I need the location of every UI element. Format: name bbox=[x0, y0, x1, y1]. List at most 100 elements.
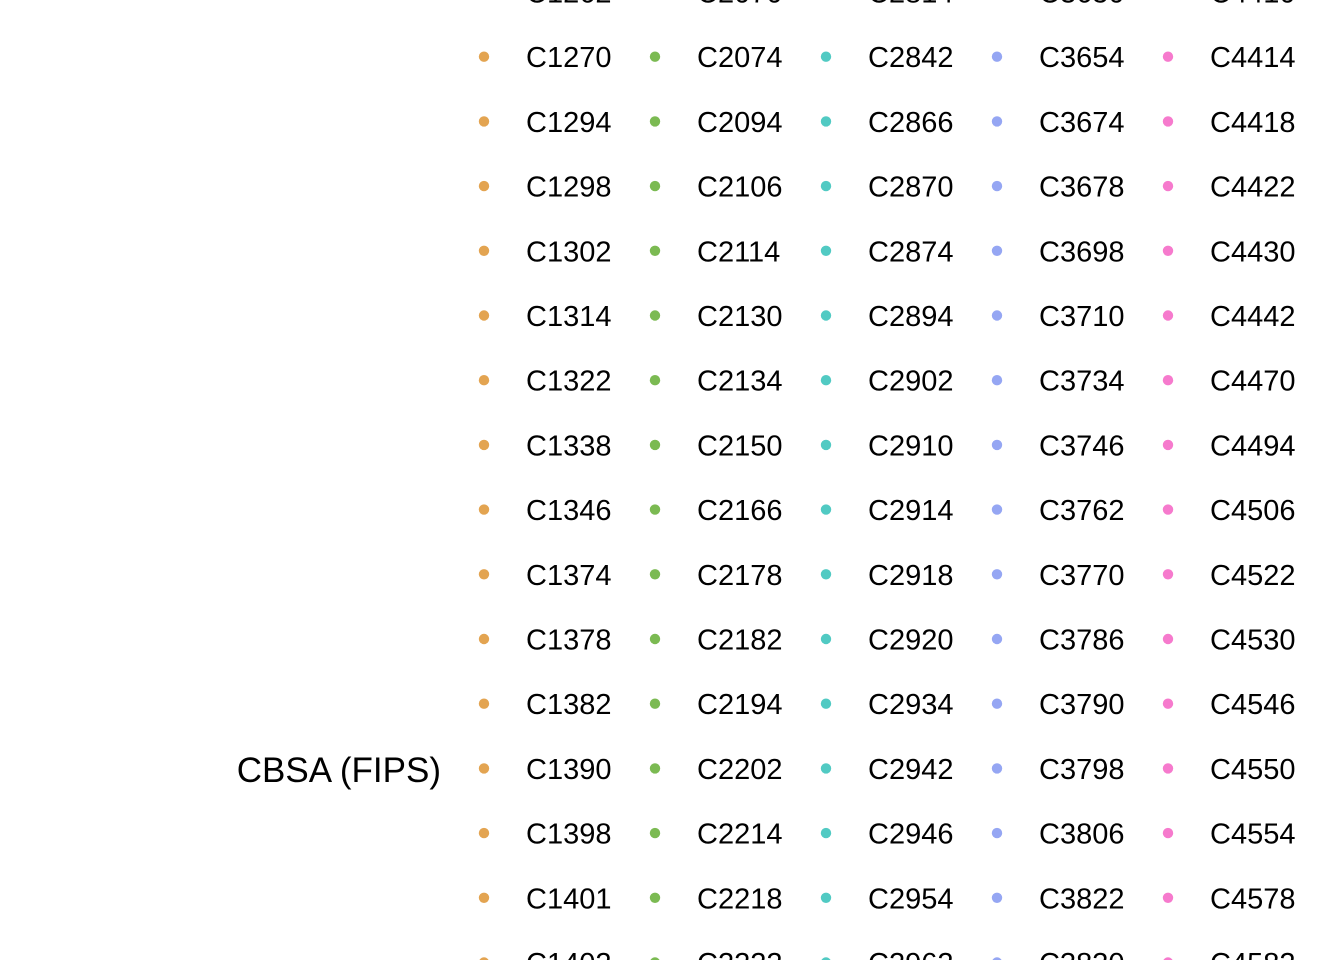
legend-key-label: C2114 bbox=[697, 236, 780, 268]
legend-key-dot bbox=[1162, 569, 1174, 580]
legend-key-label: C1298 bbox=[526, 172, 611, 204]
legend-key-label: C1338 bbox=[526, 430, 611, 462]
legend-key-dot bbox=[820, 51, 832, 62]
legend-key-label: C1314 bbox=[526, 301, 611, 333]
legend-key-dot bbox=[649, 763, 661, 774]
legend-key-label: C3746 bbox=[1039, 430, 1124, 462]
legend-key-dot bbox=[1162, 504, 1174, 515]
legend-key-label: C4506 bbox=[1210, 495, 1295, 527]
legend-key-label: C2134 bbox=[697, 366, 782, 398]
legend-key-label: C2178 bbox=[697, 560, 782, 592]
legend-key-dot bbox=[991, 763, 1003, 774]
legend-key-label: C2094 bbox=[697, 107, 782, 139]
legend-key-label: C3698 bbox=[1039, 236, 1124, 268]
legend-key-dot bbox=[1162, 180, 1174, 192]
legend-key-dot bbox=[649, 116, 661, 127]
legend-key-dot bbox=[820, 504, 832, 515]
legend-key-label: C2842 bbox=[868, 42, 953, 74]
legend-key-label: C4430 bbox=[1210, 236, 1295, 268]
legend-key-dot bbox=[820, 375, 832, 386]
legend-key-dot bbox=[991, 310, 1003, 321]
legend-key-label: C2866 bbox=[868, 107, 953, 139]
legend-key-label: C4530 bbox=[1210, 625, 1295, 657]
legend: CBSA (FIPS) C1262 C1270 C1294 C1298 C1302 C13… bbox=[237, 0, 1295, 960]
legend-key-dot bbox=[991, 245, 1003, 256]
legend-key-dot bbox=[478, 633, 490, 645]
legend-key-label: C1390 bbox=[526, 754, 611, 786]
legend-key-label: C4522 bbox=[1210, 560, 1295, 592]
legend-key-label: C4410 bbox=[1210, 0, 1295, 10]
legend-key-label: C2218 bbox=[697, 883, 782, 915]
legend-key-dot bbox=[649, 892, 661, 903]
legend-key-dot bbox=[1162, 633, 1174, 645]
legend-key-label: C1294 bbox=[526, 107, 611, 139]
legend-key-label: C2150 bbox=[697, 430, 782, 462]
legend-key-label: C2070 bbox=[697, 0, 782, 10]
legend-key-dot bbox=[478, 504, 490, 515]
legend-key-dot bbox=[1162, 698, 1174, 709]
legend-key-dot bbox=[820, 180, 832, 192]
legend-key-dot bbox=[649, 51, 661, 62]
legend-key-dot bbox=[991, 51, 1003, 62]
legend-key-label: C1346 bbox=[526, 495, 611, 527]
legend-key-dot bbox=[991, 439, 1003, 451]
legend-key-dot bbox=[820, 827, 832, 839]
legend-key-dot bbox=[991, 504, 1003, 515]
legend-key-label: C3806 bbox=[1039, 819, 1124, 851]
legend-key-dot bbox=[991, 375, 1003, 386]
legend-key-label: C2942 bbox=[868, 754, 953, 786]
legend-key-dot bbox=[478, 51, 490, 62]
legend-key-dot bbox=[991, 827, 1003, 839]
legend-key-dot bbox=[991, 698, 1003, 709]
legend-key-label: C4546 bbox=[1210, 689, 1295, 721]
legend-key-dot bbox=[649, 310, 661, 321]
legend-key-label: C2894 bbox=[868, 301, 953, 333]
legend-key-dot bbox=[478, 116, 490, 127]
legend-key-dot bbox=[1162, 310, 1174, 321]
legend-keys: C1262 C1270 C1294 C1298 C1302 C1314 C1322 C1338… bbox=[478, 0, 1295, 960]
legend-key-label: C4582 bbox=[1210, 948, 1295, 960]
legend-key-label: C2918 bbox=[868, 560, 953, 592]
legend-key-dot bbox=[820, 310, 832, 321]
legend-key-label: C2202 bbox=[697, 754, 782, 786]
legend-key-label: C4470 bbox=[1210, 366, 1295, 398]
legend-title: CBSA (FIPS) bbox=[237, 751, 441, 790]
legend-key-dot bbox=[1162, 892, 1174, 903]
legend-key-label: C3770 bbox=[1039, 560, 1124, 592]
legend-key-dot bbox=[1162, 116, 1174, 127]
legend-key-label: C2874 bbox=[868, 236, 953, 268]
legend-key-label: C2182 bbox=[697, 625, 782, 657]
legend-key-dot bbox=[991, 569, 1003, 580]
legend-key-label: C2166 bbox=[697, 495, 782, 527]
legend-key-label: C3710 bbox=[1039, 301, 1124, 333]
legend-key-dot bbox=[478, 375, 490, 386]
legend-key-dot bbox=[649, 180, 661, 192]
legend-key-label: C4442 bbox=[1210, 301, 1295, 333]
legend-key-dot bbox=[649, 375, 661, 386]
legend-key-label: C3790 bbox=[1039, 689, 1124, 721]
legend-key-dot bbox=[649, 569, 661, 580]
legend-key-dot bbox=[820, 116, 832, 127]
legend-key-label: C4418 bbox=[1210, 107, 1295, 139]
legend-key-label: C2222 bbox=[697, 948, 782, 960]
legend-key-dot bbox=[1162, 439, 1174, 451]
legend-key-label: C3798 bbox=[1039, 754, 1124, 786]
legend-key-label: C1262 bbox=[526, 0, 611, 10]
legend-key-label: C1374 bbox=[526, 560, 611, 592]
legend-key-label: C1401 bbox=[526, 883, 611, 915]
legend-key-label: C3678 bbox=[1039, 172, 1124, 204]
legend-key-label: C1270 bbox=[526, 42, 611, 74]
legend-key-dot bbox=[991, 892, 1003, 903]
legend-key-label: C2106 bbox=[697, 172, 782, 204]
legend-key-label: C2870 bbox=[868, 172, 953, 204]
legend-key-dot bbox=[1162, 245, 1174, 256]
legend-key-label: C3674 bbox=[1039, 107, 1124, 139]
legend-key-label: C1402 bbox=[526, 948, 611, 960]
legend-key-dot bbox=[820, 698, 832, 709]
legend-key-dot bbox=[991, 116, 1003, 127]
legend-key-label: C3650 bbox=[1039, 0, 1124, 10]
legend-key-dot bbox=[478, 569, 490, 580]
legend-key-label: C2962 bbox=[868, 948, 953, 960]
legend-key-dot bbox=[478, 892, 490, 903]
legend-key-dot bbox=[649, 439, 661, 451]
